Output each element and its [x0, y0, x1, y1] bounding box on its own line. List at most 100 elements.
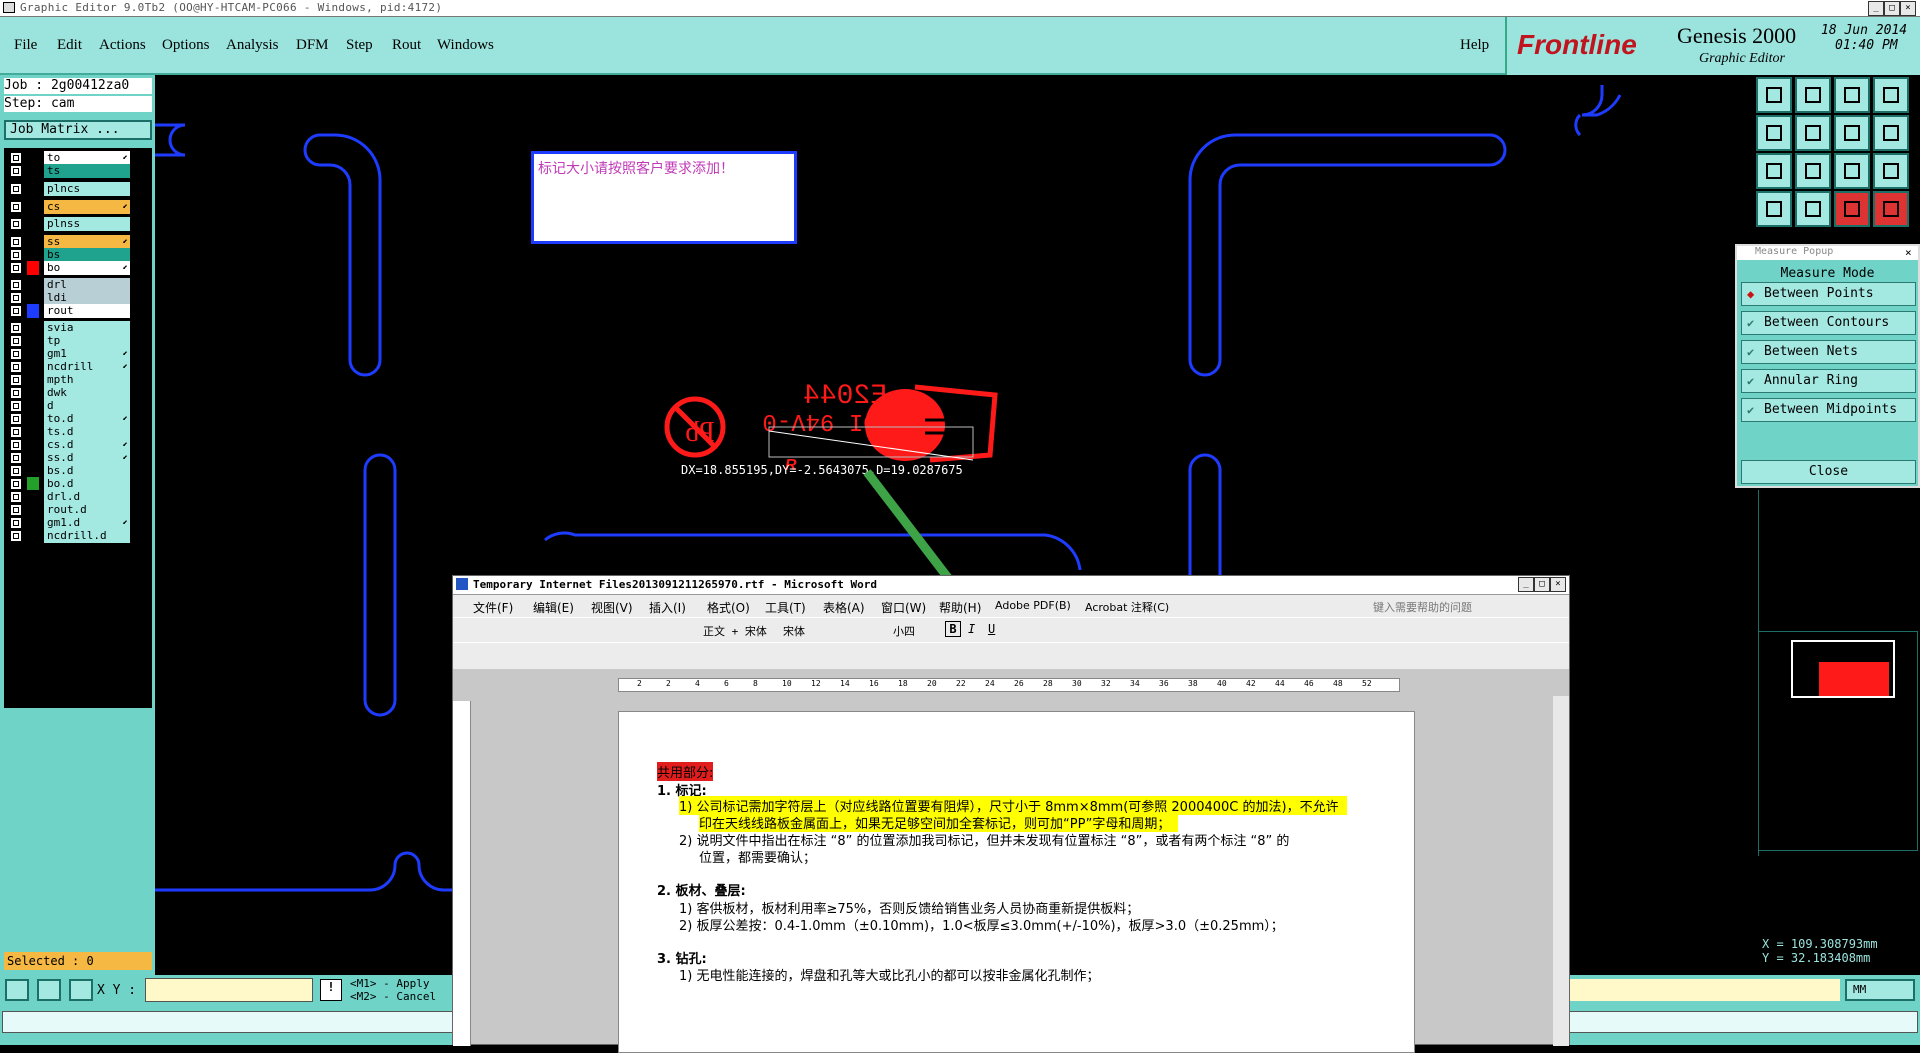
layer-name[interactable]: ss ⬋	[44, 235, 130, 249]
layer-name[interactable]: ncdrill.d	[44, 529, 130, 543]
layer-row-gm1[interactable]: gm1 ⬋	[10, 347, 130, 361]
measure-close-button[interactable]: Close	[1741, 460, 1916, 484]
menu-windows[interactable]: Windows	[437, 37, 494, 54]
word-menu-format[interactable]: 格式(O)	[707, 599, 750, 616]
option-between-contours[interactable]: ✔ Between Contours	[1741, 311, 1916, 335]
option-between-points[interactable]: ◆ Between Points	[1741, 282, 1916, 306]
layer-row-bs-d[interactable]: bs.d	[10, 464, 130, 478]
layer-checkbox[interactable]	[10, 292, 22, 304]
layer-name[interactable]: bo ⬋	[44, 261, 130, 275]
layer-row-cs-d[interactable]: cs.d ⬋	[10, 438, 130, 452]
layer-row-ts[interactable]: ts	[10, 164, 130, 178]
document-page[interactable]: 共用部分: 1. 标记: 1) 公司标记需加字符层上（对应线路位置要有阻焊），尺…	[618, 711, 1415, 1053]
layer-row-ss-d[interactable]: ss.d ⬋	[10, 451, 130, 465]
tool-button-3[interactable]	[1834, 77, 1870, 113]
layer-checkbox[interactable]	[10, 517, 22, 529]
layer-checkbox[interactable]	[10, 387, 22, 399]
bottom-tool-2[interactable]	[37, 979, 61, 1001]
layer-name[interactable]: ss.d ⬋	[44, 451, 130, 465]
layer-row-svia[interactable]: svia	[10, 321, 130, 335]
bottom-tool-3[interactable]	[69, 979, 93, 1001]
font-dropdown[interactable]: 宋体	[783, 623, 805, 639]
layer-checkbox[interactable]	[10, 305, 22, 317]
layer-row-to[interactable]: to ⬋	[10, 151, 130, 165]
layer-checkbox[interactable]	[10, 504, 22, 516]
word-menu-acrobat[interactable]: Acrobat 注释(C)	[1085, 599, 1169, 615]
word-menu-insert[interactable]: 插入(I)	[649, 599, 686, 616]
layer-row-plncs[interactable]: plncs	[10, 182, 130, 196]
layer-checkbox[interactable]	[10, 152, 22, 164]
layer-row-dwk[interactable]: dwk	[10, 386, 130, 400]
layer-checkbox[interactable]	[10, 530, 22, 542]
layer-name[interactable]: svia	[44, 321, 130, 335]
layer-row-bo-d[interactable]: bo.d	[10, 477, 130, 491]
layer-row-drl-d[interactable]: drl.d	[10, 490, 130, 504]
layer-checkbox[interactable]	[10, 335, 22, 347]
layer-checkbox[interactable]	[10, 426, 22, 438]
layer-row-bs[interactable]: bs	[10, 248, 130, 262]
tool-button-10[interactable]	[1795, 153, 1831, 189]
layer-row-ts-d[interactable]: ts.d	[10, 425, 130, 439]
menu-step[interactable]: Step	[346, 37, 373, 54]
word-maximize-button[interactable]: □	[1534, 577, 1550, 592]
layer-row-mpth[interactable]: mpth	[10, 373, 130, 387]
layer-row-drl[interactable]: drl	[10, 278, 130, 292]
layer-name[interactable]: ts	[44, 164, 130, 178]
layer-row-ncdrill[interactable]: ncdrill ⬋	[10, 360, 130, 374]
minimize-button[interactable]: _	[1868, 1, 1884, 16]
word-menu-edit[interactable]: 编辑(E)	[533, 599, 574, 616]
option-between-midpoints[interactable]: ✔ Between Midpoints	[1741, 398, 1916, 422]
xy-input[interactable]	[145, 978, 313, 1002]
tool-button-11[interactable]	[1834, 153, 1870, 189]
measure-popup-close-icon[interactable]: ×	[1905, 246, 1912, 259]
menu-rout[interactable]: Rout	[392, 37, 421, 54]
layer-checkbox[interactable]	[10, 361, 22, 373]
layer-checkbox[interactable]	[10, 452, 22, 464]
layer-name[interactable]: bo.d	[44, 477, 130, 491]
word-menu-tools[interactable]: 工具(T)	[765, 599, 806, 616]
tool-button-2[interactable]	[1795, 77, 1831, 113]
layer-row-to-d[interactable]: to.d ⬋	[10, 412, 130, 426]
tool-button-8[interactable]	[1873, 115, 1909, 151]
layer-name[interactable]: ts.d	[44, 425, 130, 439]
layer-name[interactable]: cs ⬋	[44, 200, 130, 214]
layer-checkbox[interactable]	[10, 400, 22, 412]
menu-analysis[interactable]: Analysis	[226, 37, 279, 54]
layer-name[interactable]: mpth	[44, 373, 130, 387]
bold-button[interactable]: B	[945, 621, 961, 637]
layer-checkbox[interactable]	[10, 322, 22, 334]
layer-name[interactable]: gm1.d ⬋	[44, 516, 130, 530]
layer-row-cs[interactable]: cs ⬋	[10, 200, 130, 214]
info-button[interactable]: !	[320, 979, 342, 1001]
tool-button-14[interactable]	[1795, 191, 1831, 227]
layer-name[interactable]: to ⬋	[44, 151, 130, 165]
menu-help[interactable]: Help	[1460, 37, 1489, 54]
tool-button-7[interactable]	[1834, 115, 1870, 151]
layer-name[interactable]: plnss	[44, 217, 130, 231]
menu-edit[interactable]: Edit	[57, 37, 82, 54]
tool-button-4[interactable]	[1873, 77, 1909, 113]
vertical-scrollbar[interactable]	[1553, 696, 1569, 1046]
tool-button-6[interactable]	[1795, 115, 1831, 151]
layer-checkbox[interactable]	[10, 249, 22, 261]
tool-button-12[interactable]	[1873, 153, 1909, 189]
layer-checkbox[interactable]	[10, 439, 22, 451]
word-window[interactable]: Temporary Internet Files2013091211265970…	[452, 575, 1570, 1053]
layer-name[interactable]: d	[44, 399, 130, 413]
layer-row-rout-d[interactable]: rout.d	[10, 503, 130, 517]
word-menu-view[interactable]: 视图(V)	[591, 599, 633, 616]
layer-row-plnss[interactable]: plnss	[10, 217, 130, 231]
layer-row-bo[interactable]: bo ⬋	[10, 261, 130, 275]
layer-name[interactable]: to.d ⬋	[44, 412, 130, 426]
word-menu-file[interactable]: 文件(F)	[473, 599, 513, 616]
job-matrix-button[interactable]: Job Matrix ...	[4, 120, 152, 140]
style-dropdown[interactable]: 正文 + 宋体	[703, 623, 767, 639]
layer-name[interactable]: rout.d	[44, 503, 130, 517]
layer-name[interactable]: drl.d	[44, 490, 130, 504]
tool-button-5[interactable]	[1756, 115, 1792, 151]
layer-checkbox[interactable]	[10, 465, 22, 477]
layer-checkbox[interactable]	[10, 348, 22, 360]
maximize-button[interactable]: □	[1884, 1, 1900, 16]
menu-actions[interactable]: Actions	[99, 37, 146, 54]
layer-checkbox[interactable]	[10, 183, 22, 195]
